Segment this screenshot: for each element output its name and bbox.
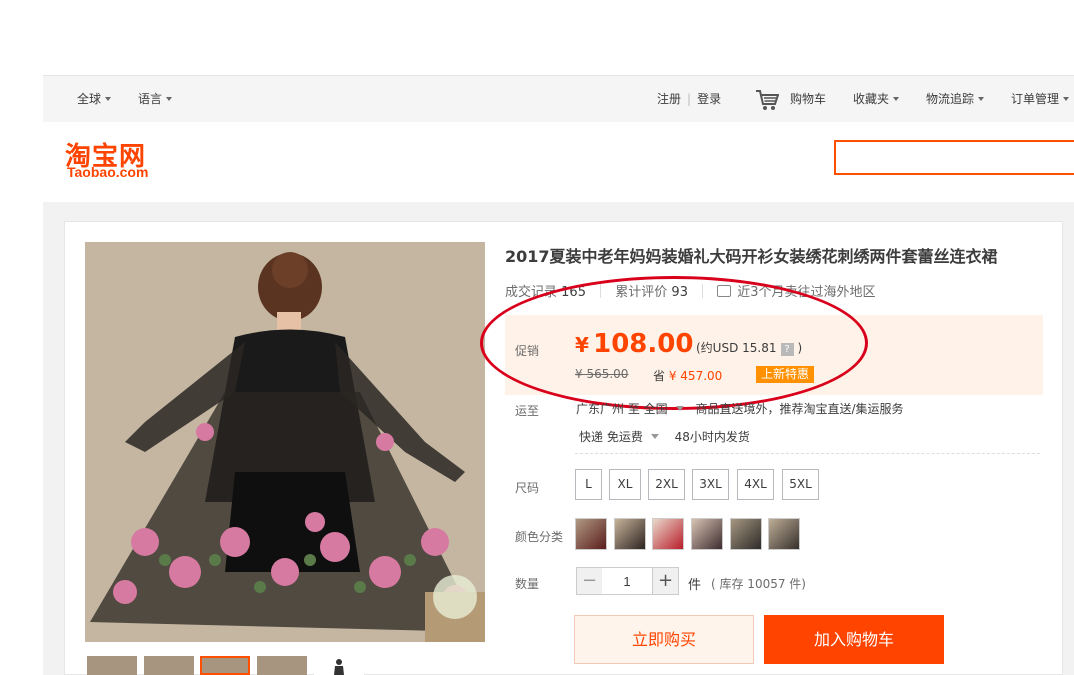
divider: | <box>687 92 692 106</box>
thumbnail[interactable] <box>87 656 137 675</box>
color-swatch-4[interactable] <box>691 518 723 550</box>
figure-icon <box>334 659 344 675</box>
shipping-destination: 广东广州 至 全国 商品直送境外，推荐淘宝直送/集运服务 <box>576 400 904 417</box>
nav-language[interactable]: 语言 <box>138 76 173 123</box>
logo-subtext: Taobao.com <box>67 164 149 180</box>
help-icon[interactable]: ? <box>780 343 794 356</box>
price-value: 108.00 <box>593 329 694 359</box>
dress-photo <box>85 242 485 642</box>
size-option-5xl[interactable]: 5XL <box>782 469 819 500</box>
buy-now-button[interactable]: 立即购买 <box>574 615 754 664</box>
product-title: 2017夏装中老年妈妈装婚礼大码开衫女装绣花刺绣两件套蕾丝连衣裙 <box>505 247 998 266</box>
ship-method-select[interactable]: 快递 免运费 <box>579 430 643 444</box>
nav-language-label: 语言 <box>138 92 163 106</box>
nav-global-label: 全球 <box>77 92 102 106</box>
shipping-method: 快递 免运费 48小时内发货 <box>579 428 750 445</box>
quantity-label: 数量 <box>515 577 540 591</box>
nav-logistics[interactable]: 物流追踪 <box>926 76 985 123</box>
original-price: ¥ 565.00 <box>575 367 629 381</box>
add-to-cart-button[interactable]: 加入购物车 <box>764 615 944 664</box>
divider <box>600 284 602 298</box>
search-input[interactable] <box>834 140 1074 175</box>
quantity-decrease-button[interactable]: − <box>576 567 603 595</box>
size-option-2xl[interactable]: 2XL <box>648 469 685 500</box>
overseas-text: 近3个月卖往过海外地区 <box>737 285 876 300</box>
color-swatch-3[interactable] <box>652 518 684 550</box>
nav-global[interactable]: 全球 <box>77 76 112 123</box>
nav-favorites[interactable]: 收藏夹 <box>853 76 900 123</box>
thumbnail-active[interactable] <box>200 656 250 675</box>
size-option-3xl[interactable]: 3XL <box>692 469 729 500</box>
product-main-image[interactable] <box>85 242 485 642</box>
site-header: 淘宝网 Taobao.com <box>43 122 1074 202</box>
chevron-down-icon <box>1063 97 1070 101</box>
thumbnail[interactable] <box>257 656 307 675</box>
chevron-down-icon[interactable] <box>650 434 659 439</box>
price-panel: 促销 ¥ 108.00 (约USD 15.81?) ¥ 565.00 省 ¥ 4… <box>505 315 1043 395</box>
savings: 省 ¥ 457.00 <box>653 367 722 384</box>
size-option-l[interactable]: L <box>575 469 602 500</box>
usd-conversion: (约USD 15.81?) <box>696 339 802 356</box>
color-label: 颜色分类 <box>515 530 564 544</box>
color-swatch-1[interactable] <box>575 518 607 550</box>
sales-count[interactable]: 165 <box>561 285 586 300</box>
savings-amount: ¥ 457.00 <box>668 369 723 383</box>
section-divider <box>575 453 1040 454</box>
product-stats: 成交记录 165 累计评价 93 近3个月卖往过海外地区 <box>505 281 876 300</box>
size-label: 尺码 <box>515 481 540 495</box>
promo-badge: 上新特惠 <box>756 366 815 383</box>
usd-value: 15.81 <box>742 341 777 355</box>
color-swatch-2[interactable] <box>614 518 646 550</box>
usd-prefix: (约USD <box>696 341 739 355</box>
nav-account: 注册 | 登录 <box>657 76 721 123</box>
quantity-input[interactable] <box>602 567 652 595</box>
register-link[interactable]: 注册 <box>657 92 681 106</box>
divider <box>702 284 704 298</box>
login-link[interactable]: 登录 <box>697 92 721 106</box>
chevron-down-icon <box>893 97 900 101</box>
chevron-down-icon[interactable] <box>675 406 684 411</box>
shipping-label: 运至 <box>515 404 540 418</box>
cart-icon[interactable] <box>755 89 779 111</box>
page: 全球 语言 注册 | 登录 购物车 收藏夹 物流追踪 订单管理 淘宝网 Taobao… <box>0 0 1074 675</box>
color-swatch-6[interactable] <box>768 518 800 550</box>
stock-info: ( 库存 10057 件) <box>711 577 806 591</box>
nav-logistics-label: 物流追踪 <box>926 92 975 106</box>
chevron-down-icon <box>166 97 173 101</box>
usd-suffix: ) <box>797 341 803 355</box>
top-nav-bar: 全球 语言 注册 | 登录 购物车 收藏夹 物流追踪 订单管理 <box>43 75 1074 122</box>
chevron-down-icon <box>978 97 985 101</box>
color-swatch-5[interactable] <box>730 518 762 550</box>
currency-symbol: ¥ <box>575 333 589 357</box>
ship-time: 48小时内发货 <box>674 430 750 444</box>
quantity-unit: 件 <box>688 578 702 593</box>
ship-from: 广东广州 至 <box>576 402 640 416</box>
reviews-label: 累计评价 <box>615 285 668 300</box>
size-option-4xl[interactable]: 4XL <box>737 469 774 500</box>
promo-label: 促销 <box>515 344 540 358</box>
plane-icon <box>717 285 732 297</box>
sales-label: 成交记录 <box>505 285 558 300</box>
ship-service: 商品直送境外，推荐淘宝直送/集运服务 <box>695 402 904 416</box>
ship-to-select[interactable]: 全国 <box>644 402 668 416</box>
thumbnail-strip <box>85 656 485 675</box>
promo-price: ¥ 108.00 <box>575 329 693 359</box>
thumbnail[interactable] <box>144 656 194 675</box>
nav-orders[interactable]: 订单管理 <box>1011 76 1070 123</box>
savings-label: 省 <box>653 369 666 383</box>
size-option-xl[interactable]: XL <box>609 469 641 500</box>
nav-favorites-label: 收藏夹 <box>853 92 890 106</box>
chevron-down-icon <box>105 97 112 101</box>
nav-orders-label: 订单管理 <box>1011 92 1060 106</box>
quantity-increase-button[interactable]: + <box>652 567 679 595</box>
reviews-count[interactable]: 93 <box>671 285 688 300</box>
nav-cart[interactable]: 购物车 <box>790 76 826 123</box>
thumbnail[interactable] <box>314 656 364 675</box>
